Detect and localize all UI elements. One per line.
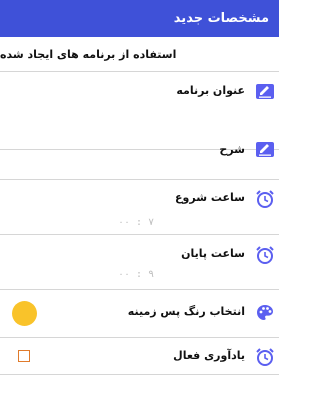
description-field[interactable]: شرح: [0, 142, 279, 180]
alarm-clock-icon: [256, 348, 274, 366]
reminder-row[interactable]: یادآوری فعال: [0, 338, 279, 375]
program-title-label: عنوان برنامه: [176, 84, 245, 97]
app-bar-title: مشخصات جدید: [173, 11, 269, 26]
selected-color-swatch[interactable]: [12, 301, 37, 326]
start-time-field[interactable]: ساعت شروع ۰۰ : ۷: [0, 180, 279, 235]
alarm-clock-icon: [256, 246, 274, 264]
palette-icon: [257, 305, 273, 320]
pencil-icon: [256, 142, 274, 157]
pencil-icon: [256, 84, 274, 99]
start-time-hint: ۰۰ : ۷: [118, 217, 155, 228]
background-color-label: انتخاب رنگ پس زمینه: [127, 305, 245, 318]
end-time-hint: ۰۰ : ۹: [118, 269, 155, 280]
reminder-checkbox[interactable]: [18, 350, 30, 362]
reminder-label: یادآوری فعال: [173, 349, 245, 362]
app-bar: مشخصات جدید: [0, 0, 279, 37]
start-time-label: ساعت شروع: [175, 191, 245, 204]
end-time-label: ساعت پایان: [181, 247, 245, 260]
background-color-row[interactable]: انتخاب رنگ پس زمینه: [0, 290, 279, 338]
end-time-field[interactable]: ساعت پایان ۰۰ : ۹: [0, 235, 279, 290]
alarm-clock-icon: [256, 190, 274, 208]
program-title-field[interactable]: عنوان برنامه: [0, 72, 279, 150]
description-label: شرح: [219, 143, 245, 156]
section-subtitle: استفاده از برنامه های ایجاد شده: [0, 37, 279, 72]
